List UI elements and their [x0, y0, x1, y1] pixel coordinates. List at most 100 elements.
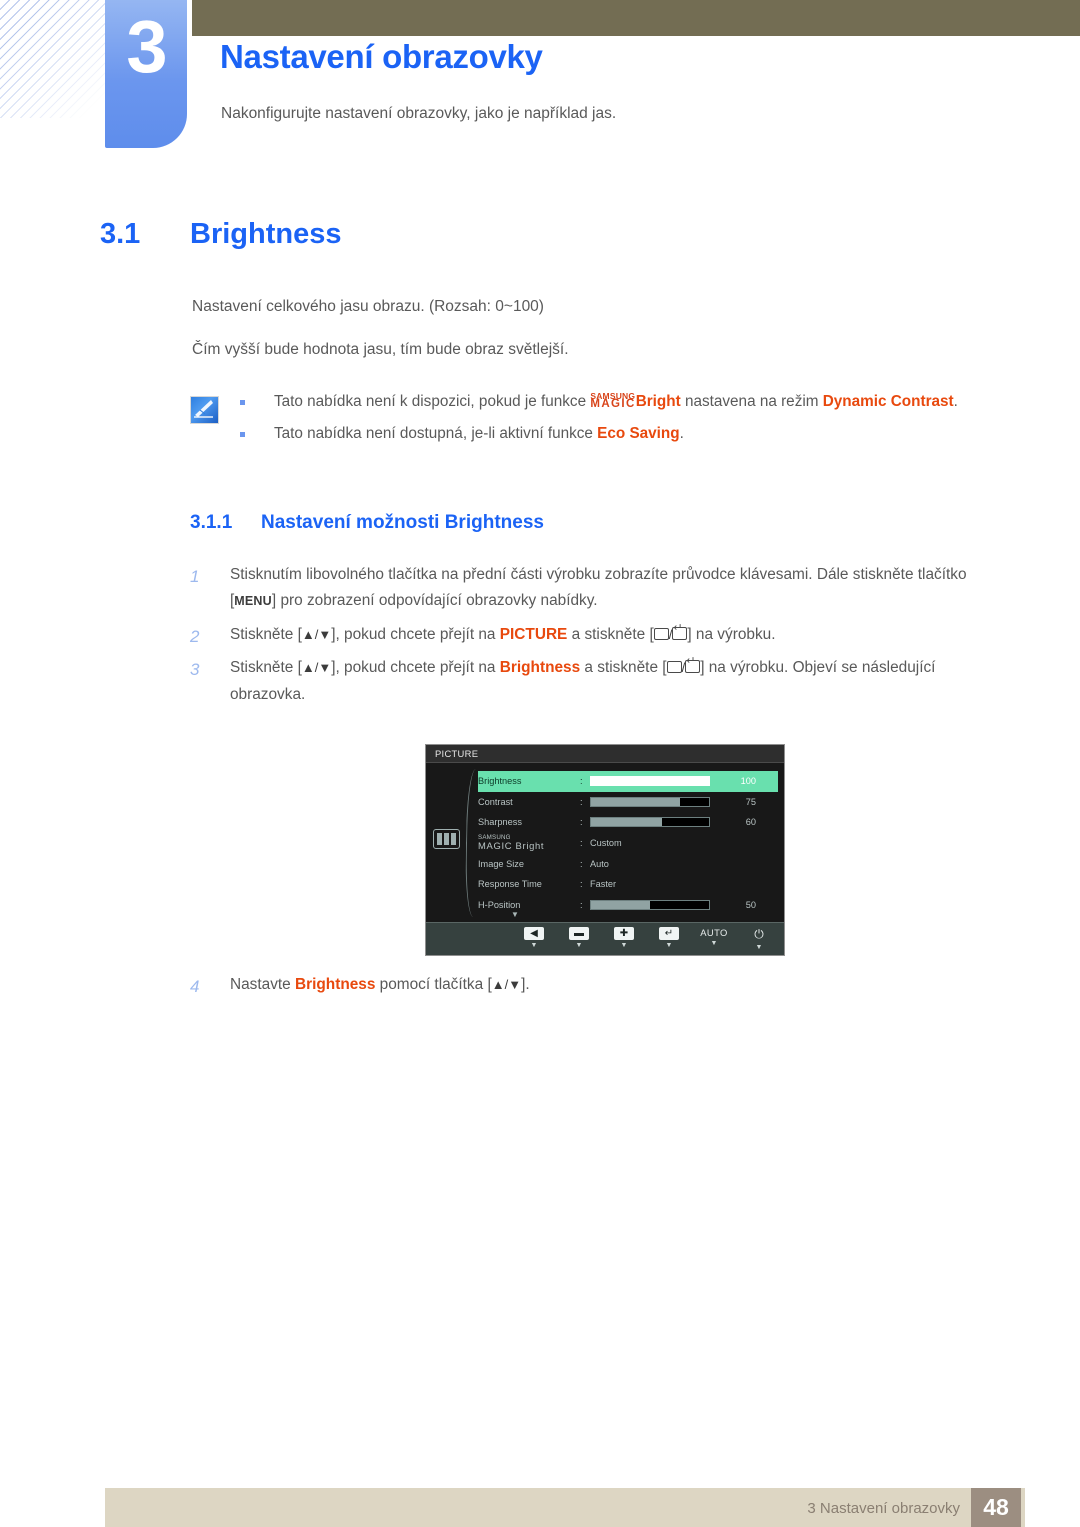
section-paragraph-2: Čím vyšší bude hodnota jasu, tím bude ob… [192, 341, 569, 358]
step-2-part3: a stiskněte [ [567, 625, 654, 643]
osd-row-image-size[interactable]: Image Size : Auto [478, 853, 778, 874]
step-number: 1 [190, 567, 200, 586]
osd-row-value: Custom [590, 838, 622, 849]
osd-row-value: Faster [590, 879, 617, 890]
osd-row-value: 60 [745, 817, 756, 828]
osd-row-sharpness[interactable]: Sharpness : 60 [478, 812, 778, 833]
note-bullet-1-logo-suffix: Bright [635, 393, 681, 410]
header-olive-bar [192, 0, 1080, 36]
samsung-magic-logo: SAMSUNG MAGIC [590, 392, 636, 410]
osd-back-button[interactable]: ◀ ▼ [517, 927, 551, 951]
osd-row-label: Image Size [478, 858, 524, 869]
section-number: 3.1 [100, 218, 141, 250]
osd-button-tick: ▼ [575, 942, 583, 949]
osd-row-label: Contrast [478, 796, 513, 807]
osd-row-contrast[interactable]: Contrast : 75 [478, 792, 778, 813]
osd-row-response-time[interactable]: Response Time : Faster [478, 874, 778, 895]
note-bullet-1: Tato nabídka není k dispozici, pokud je … [238, 390, 978, 415]
note-bullet-1-tail: . [953, 393, 958, 410]
osd-row-label: Sharpness [478, 817, 522, 828]
osd-title: PICTURE [426, 745, 784, 763]
step-2-part4: ] na výrobku. [687, 625, 776, 643]
step-number: 3 [190, 660, 200, 680]
osd-row-value: Auto [590, 858, 609, 869]
osd-button-tick: ▼ [755, 944, 763, 951]
power-icon: ⏻ [754, 927, 764, 941]
osd-row-colon: : [580, 776, 583, 787]
step-4-part3: ]. [521, 976, 530, 993]
samsung-magic-logo-line2: MAGIC [590, 398, 636, 410]
subsection-heading: 3.1.1 Nastavení možnosti Brightness [190, 512, 544, 534]
osd-row-brightness[interactable]: Brightness : 100 [478, 771, 778, 792]
note-bullet-1-highlight: Dynamic Contrast [822, 393, 954, 410]
source-box-icon [653, 627, 669, 640]
osd-row-bar[interactable] [590, 899, 710, 910]
note-list: Tato nabídka není k dispozici, pokud je … [238, 390, 978, 454]
step-2-part2: ], pokud chcete přejít na [331, 625, 500, 643]
osd-row-label: Response Time [478, 879, 542, 890]
osd-row-bar[interactable] [590, 776, 710, 787]
step-item: 1 Stisknutím libovolného tlačítka na pře… [186, 562, 1014, 615]
chapter-title: Nastavení obrazovky [220, 38, 543, 75]
osd-scroll-down-icon[interactable]: ▼ [511, 910, 519, 919]
minus-icon: ▬ [569, 927, 589, 940]
picture-menu-icon [433, 829, 460, 849]
step-4-part1: Nastavte [230, 976, 296, 993]
enter-icon: ↵ [659, 927, 679, 940]
osd-row-bar[interactable] [590, 796, 710, 807]
osd-row-value: 75 [745, 796, 756, 807]
step-item: 4 Nastavte Brightness pomocí tlačítka [▲… [186, 972, 1014, 998]
source-box-icon [666, 661, 682, 674]
osd-auto-button[interactable]: AUTO ▼ [697, 927, 731, 951]
osd-button-tick: ▼ [665, 942, 673, 949]
osd-screenshot: PICTURE Brightness : 100 Contrast : 75 S… [425, 744, 785, 956]
osd-enter-button[interactable]: ↵ ▼ [652, 927, 686, 951]
note-bullet-2-highlight: Eco Saving [597, 424, 680, 442]
osd-button-tick: ▼ [710, 940, 718, 947]
osd-body: Brightness : 100 Contrast : 75 Sharpness… [426, 763, 784, 923]
step-number: 2 [190, 626, 200, 646]
step-4-highlight: Brightness [295, 976, 376, 993]
enter-return-icon [685, 656, 701, 674]
steps-list-continued: 4 Nastavte Brightness pomocí tlačítka [▲… [186, 972, 1014, 1005]
osd-row-label: Brightness [478, 776, 522, 787]
osd-plus-button[interactable]: ✚ ▼ [607, 927, 641, 951]
osd-row-colon: : [580, 899, 583, 910]
osd-row-h-position[interactable]: H-Position : 50 [478, 895, 778, 916]
step-2-part1: Stiskněte [ [230, 625, 302, 643]
osd-minus-button[interactable]: ▬ ▼ [562, 927, 596, 951]
subsection-title: Nastavení možnosti Brightness [261, 512, 544, 533]
footer-text: 3 Nastavení obrazovky [807, 1500, 960, 1517]
osd-row-bar[interactable] [590, 817, 710, 828]
osd-button-tick: ▼ [530, 942, 538, 949]
note-bullet-2-before: Tato nabídka není dostupná, je-li aktivn… [274, 424, 598, 442]
note-pencil-icon [190, 396, 219, 424]
steps-list: 1 Stisknutím libovolného tlačítka na pře… [186, 562, 1014, 715]
step-item: 3 Stiskněte [▲/▼], pokud chcete přejít n… [186, 655, 1014, 708]
note-bullet-1-before: Tato nabídka není k dispozici, pokud je … [274, 393, 591, 410]
step-1-part2: ] pro zobrazení odpovídající obrazovky n… [271, 592, 598, 610]
step-1-key: MENU [234, 594, 272, 609]
osd-button-bar: ◀ ▼ ▬ ▼ ✚ ▼ ↵ ▼ AUTO ▼ ⏻ ▼ [426, 922, 784, 955]
step-2-highlight: PICTURE [499, 625, 568, 643]
osd-row-colon: : [580, 796, 583, 807]
up-down-arrow-icon: ▲/▼ [301, 660, 332, 676]
step-item: 2 Stiskněte [▲/▼], pokud chcete přejít n… [186, 622, 1014, 648]
section-heading: 3.1 Brightness [100, 218, 341, 251]
section-paragraph-1: Nastavení celkového jasu obrazu. (Rozsah… [192, 298, 544, 315]
osd-magic-line2: MAGIC [478, 840, 513, 852]
osd-power-button[interactable]: ⏻ ▼ [742, 927, 776, 951]
step-3-part1: Stiskněte [ [230, 659, 302, 677]
section-title: Brightness [190, 218, 342, 250]
chapter-subtitle: Nakonfigurujte nastavení obrazovky, jako… [221, 105, 617, 122]
osd-row-colon: : [580, 838, 583, 849]
osd-row-colon: : [580, 817, 583, 828]
osd-samsung-magic-logo: SAMSUNG MAGIC Bright [478, 834, 580, 852]
chapter-number: 3 [126, 5, 167, 88]
osd-row-magicbright[interactable]: SAMSUNG MAGIC Bright : Custom [478, 833, 778, 854]
note-bullet-1-after: nastavena na režim [680, 393, 823, 410]
plus-icon: ✚ [614, 927, 634, 940]
step-4-part2: pomocí tlačítka [ [375, 976, 492, 993]
step-number: 4 [190, 977, 200, 996]
subsection-number: 3.1.1 [190, 512, 233, 533]
